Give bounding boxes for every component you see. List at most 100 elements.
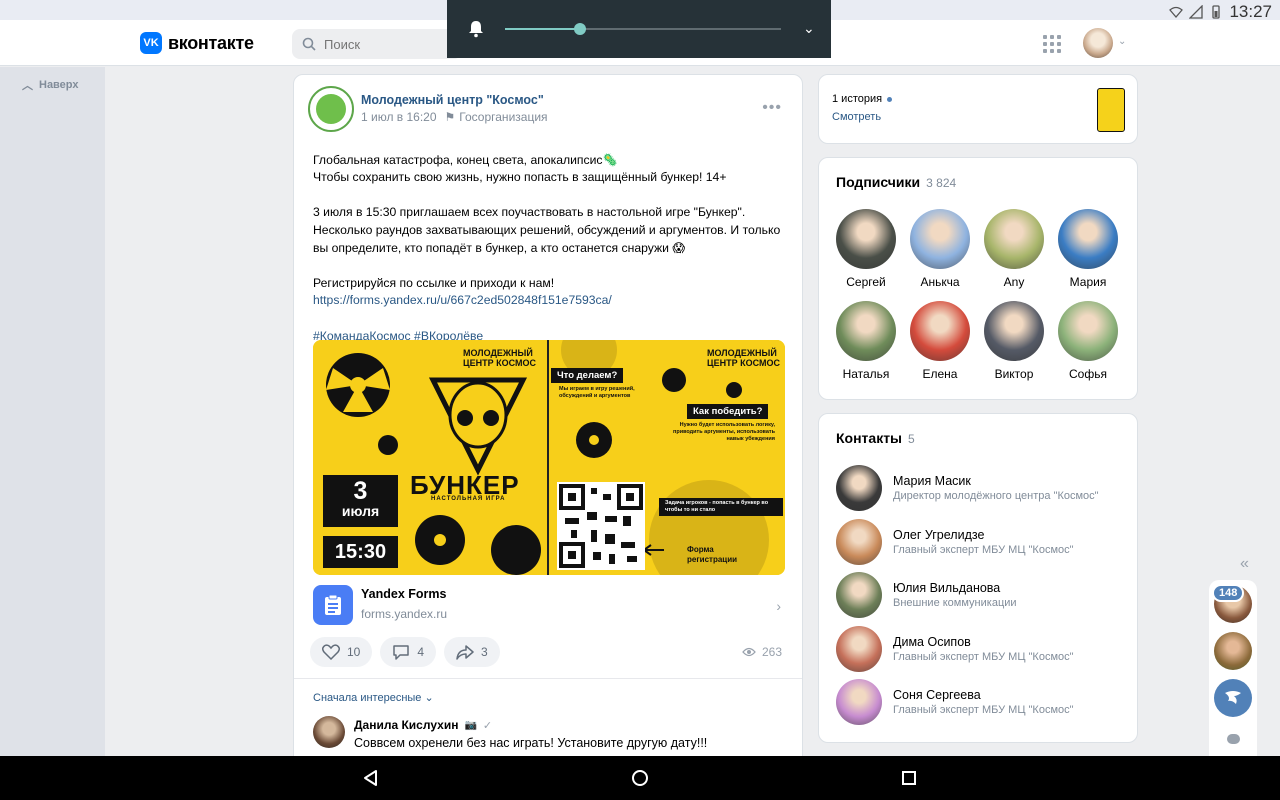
signal-icon xyxy=(1189,5,1204,19)
contacts-card: Контакты 5 Мария Масик Директор молодёжн… xyxy=(818,413,1138,743)
new-indicator-dot xyxy=(887,96,893,102)
chat-avatar[interactable] xyxy=(1214,632,1252,670)
poster-task: Задача игроков - попасть в бункер во что… xyxy=(659,498,783,516)
contact-item[interactable]: Дима Осипов Главный эксперт МБУ МЦ "Косм… xyxy=(836,626,1126,672)
chat-sidebar: 148 xyxy=(1209,580,1257,756)
subscriber-avatar xyxy=(984,209,1044,269)
wall-post: Молодежный центр "Космос" 1 июл в 16:20 … xyxy=(293,74,803,774)
qr-code[interactable] xyxy=(557,482,645,570)
contact-item[interactable]: Соня Сергеева Главный эксперт МБУ МЦ "Ко… xyxy=(836,679,1126,725)
contact-item[interactable]: Юлия Вильданова Внешние коммуникации xyxy=(836,572,1126,618)
poster-brand: МОЛОДЕЖНЫЙ ЦЕНТР КОСМОС xyxy=(463,348,536,368)
subscriber-item[interactable]: Елена xyxy=(910,301,970,381)
subscriber-avatar xyxy=(984,301,1044,361)
left-gutter: ︿ Наверх xyxy=(0,67,105,756)
contact-avatar xyxy=(836,679,882,725)
subscriber-item[interactable]: Анькча xyxy=(910,209,970,289)
battery-icon xyxy=(1212,5,1221,19)
poster-month: июля xyxy=(341,503,380,519)
like-button[interactable]: 10 xyxy=(310,637,373,667)
subscriber-item[interactable]: Виктор xyxy=(984,301,1044,381)
volume-slider[interactable] xyxy=(505,23,781,35)
status-icons: 13:27 xyxy=(1169,2,1272,22)
heart-icon xyxy=(322,644,340,660)
subscriber-avatar xyxy=(836,209,896,269)
contact-role: Внешние коммуникации xyxy=(893,597,1017,609)
post-text-line: Чтобы сохранить свою жизнь, нужно попаст… xyxy=(313,170,727,185)
share-icon xyxy=(456,645,474,660)
comment-author-name: Данила Кислухин xyxy=(354,718,459,732)
attachment-title: Yandex Forms xyxy=(361,587,447,601)
contact-item[interactable]: Олег Угрелидзе Главный эксперт МБУ МЦ "К… xyxy=(836,519,1126,565)
post-date[interactable]: 1 июл в 16:20 xyxy=(361,110,437,124)
profile-avatar[interactable] xyxy=(1083,28,1113,58)
more-options-icon[interactable]: ••• xyxy=(762,99,782,117)
poster-left: МОЛОДЕЖНЫЙ ЦЕНТР КОСМОС БУНКЕР НАСТОЛЬНА… xyxy=(313,340,548,575)
scroll-up-link[interactable]: ︿ Наверх xyxy=(22,77,79,93)
home-icon[interactable] xyxy=(630,768,650,788)
story-thumbnail[interactable] xyxy=(1097,88,1125,132)
attachment-url: forms.yandex.ru xyxy=(361,607,448,621)
subscribers-count: 3 824 xyxy=(926,176,957,190)
chevron-right-icon: › xyxy=(776,598,781,614)
stories-watch-link[interactable]: Смотреть xyxy=(832,111,881,123)
subscriber-item[interactable]: Мария xyxy=(1058,209,1118,289)
vk-logo[interactable]: VK вконтакте xyxy=(140,32,254,54)
subscribers-header[interactable]: Подписчики 3 824 xyxy=(836,174,956,190)
contact-name: Мария Масик xyxy=(893,474,971,488)
comment-button[interactable]: 4 xyxy=(380,637,437,667)
bell-icon[interactable] xyxy=(467,20,485,38)
subscriber-name: Елена xyxy=(922,367,958,381)
post-author[interactable]: Молодежный центр "Космос" xyxy=(361,93,544,107)
apps-grid-icon[interactable] xyxy=(1043,35,1061,53)
subscriber-avatar xyxy=(1058,209,1118,269)
camera-icon: 📷 xyxy=(464,719,477,731)
comment-author[interactable]: Данила Кислухин 📷 ✓ xyxy=(354,718,492,732)
post-text-line: Несколько раундов захватывающих решений,… xyxy=(313,222,781,237)
verified-check-icon: ✓ xyxy=(482,719,493,732)
post-link[interactable]: https://forms.yandex.ru/u/667c2ed502848f… xyxy=(313,293,612,307)
vk-logo-icon: VK xyxy=(140,32,162,54)
chat-bubble-icon[interactable] xyxy=(1227,734,1240,744)
recents-icon[interactable] xyxy=(899,768,919,788)
search-input[interactable] xyxy=(324,36,444,52)
contact-item[interactable]: Мария Масик Директор молодёжного центра … xyxy=(836,465,1126,511)
subscriber-name: Наталья xyxy=(842,367,890,381)
contact-avatar xyxy=(836,572,882,618)
community-avatar[interactable] xyxy=(308,86,354,132)
comment-text: Соввсем охренели без нас играть! Установ… xyxy=(354,736,708,750)
stories-count: 1 история xyxy=(832,93,893,105)
contact-role: Главный эксперт МБУ МЦ "Космос" xyxy=(893,651,1074,663)
search-box[interactable] xyxy=(292,29,462,59)
poster-time: 15:30 xyxy=(323,536,398,568)
subscriber-avatar xyxy=(910,301,970,361)
subscriber-item[interactable]: Наталья xyxy=(836,301,896,381)
chevron-down-icon[interactable]: ⌄ xyxy=(803,20,815,37)
back-icon[interactable] xyxy=(361,768,381,788)
subscriber-item[interactable]: Софья xyxy=(1058,301,1118,381)
post-image[interactable]: МОЛОДЕЖНЫЙ ЦЕНТР КОСМОС БУНКЕР НАСТОЛЬНА… xyxy=(313,340,785,575)
poster-form-label: Форма регистрации xyxy=(687,545,738,564)
comment-sort-dropdown[interactable]: Сначала интересные ⌄ xyxy=(313,691,434,704)
contact-name: Юлия Вильданова xyxy=(893,581,1001,595)
chevron-down-icon[interactable]: ⌄ xyxy=(1118,36,1126,47)
subscribers-grid: Сергей Анькча Any Мария Наталья Елена Ви… xyxy=(836,209,1118,381)
flag-icon: ⚑ xyxy=(444,110,456,124)
collapse-chats-icon[interactable]: « xyxy=(1240,555,1249,573)
subscriber-name: Сергей xyxy=(846,275,886,289)
volume-slider-thumb[interactable] xyxy=(573,23,586,35)
link-attachment[interactable]: Yandex Forms forms.yandex.ru › xyxy=(313,585,785,627)
poster-date: 3 июля xyxy=(323,475,398,527)
poster-question-1: Что делаем? xyxy=(551,368,624,383)
share-button[interactable]: 3 xyxy=(444,637,500,667)
commenter-avatar[interactable] xyxy=(313,716,345,748)
comment-sort-label: Сначала интересные xyxy=(313,692,422,704)
contacts-header[interactable]: Контакты 5 xyxy=(836,430,915,446)
post-actions: 10 4 3 xyxy=(310,637,500,667)
form-document-icon xyxy=(313,585,353,625)
wifi-icon xyxy=(1169,6,1184,18)
group-chat-avatar[interactable] xyxy=(1214,679,1252,717)
subscriber-item[interactable]: Any xyxy=(984,209,1044,289)
subscriber-item[interactable]: Сергей xyxy=(836,209,896,289)
subscriber-name: Софья xyxy=(1069,367,1107,381)
